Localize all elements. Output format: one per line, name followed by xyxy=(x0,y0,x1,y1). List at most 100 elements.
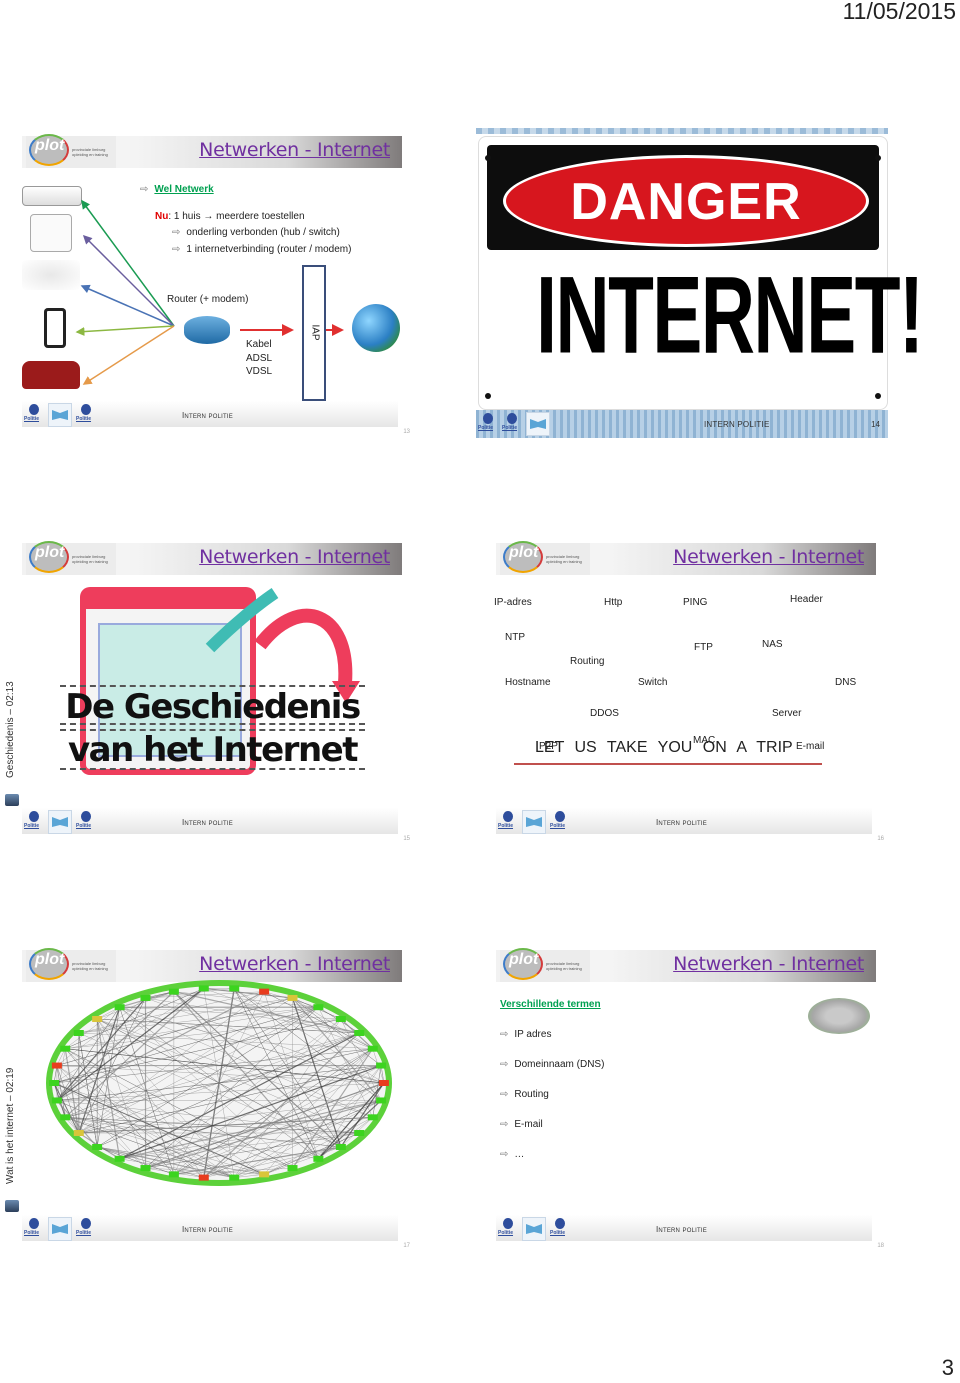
footer-label: Intern politie xyxy=(656,818,707,827)
slide-number: 16 xyxy=(877,836,884,842)
footer-label: Intern politie xyxy=(656,1225,707,1234)
graph-node xyxy=(376,1062,387,1069)
graph-node xyxy=(92,1015,103,1022)
graph-node xyxy=(354,1029,365,1036)
graph-node xyxy=(51,1097,62,1104)
slide-footer: Politie Politie Intern politie 16 xyxy=(496,808,884,842)
graph-node xyxy=(140,994,151,1001)
term-ddos: DDOS xyxy=(590,708,619,719)
slide-number: 15 xyxy=(403,836,410,842)
politie-logo-icon: Politie xyxy=(498,810,518,832)
list-item: ⇨ IP adres xyxy=(500,1029,552,1040)
image-title-line-1: De Geschiedenis xyxy=(65,687,361,727)
plot-logo: plot provinciale limburg opleiding en tr… xyxy=(500,948,590,982)
tagline-underline xyxy=(514,763,822,765)
slide-header: plot provinciale limburg opleiding en tr… xyxy=(22,541,402,575)
slide-header: plot provinciale limburg opleiding en tr… xyxy=(496,948,876,982)
bullet-item: onderling verbonden (hub / switch) xyxy=(186,227,340,238)
term-http: Http xyxy=(604,597,623,608)
book-logo-icon xyxy=(48,1217,72,1241)
network-graph-thumbnail xyxy=(808,998,870,1034)
term-dns: DNS xyxy=(835,677,857,688)
plot-logo: plot provinciale limburg opleiding en tr… xyxy=(500,541,590,575)
slide-top-band xyxy=(476,128,888,134)
graph-node xyxy=(354,1130,365,1137)
book-logo-icon xyxy=(526,412,550,436)
politie-logo-icon: Politie xyxy=(24,810,44,832)
term-ip-adres: IP-adres xyxy=(494,597,532,608)
term-server: Server xyxy=(772,708,802,719)
graph-node xyxy=(259,988,270,995)
graph-node xyxy=(259,1171,270,1178)
section-heading: Verschillende termen xyxy=(500,999,601,1010)
image-title-line-2: van het Internet xyxy=(68,730,358,770)
politie-logo-icon: Politie xyxy=(76,1217,96,1239)
bullet-item: 1 internetverbinding (router / modem) xyxy=(186,244,352,255)
graph-node xyxy=(378,1080,389,1086)
slide-number: 13 xyxy=(403,429,410,435)
graph-node xyxy=(198,985,209,992)
term-e-mail: E-mail xyxy=(796,741,825,752)
slide-title: Netwerken - Internet xyxy=(199,953,390,975)
politie-logo-icon: Politie xyxy=(76,810,96,832)
graph-node xyxy=(92,1144,103,1151)
page-date: 11/05/2015 xyxy=(842,0,956,24)
graph-node xyxy=(168,1171,179,1178)
politie-logo-icon: Politie xyxy=(502,412,522,434)
bullet-arrow-icon: ⇨ xyxy=(500,1059,509,1070)
term-hostname: Hostname xyxy=(505,677,551,688)
term-switch: Switch xyxy=(638,677,668,688)
graph-node xyxy=(229,1174,240,1181)
video-caption: Wat is het internet – 02:19 xyxy=(5,1067,16,1184)
graph-node xyxy=(367,1114,378,1121)
politie-logo-icon: Politie xyxy=(498,1217,518,1239)
term-routing: Routing xyxy=(570,656,605,667)
footer-label: Intern politie xyxy=(182,411,233,420)
footer-label: Intern politie xyxy=(182,818,233,827)
term-ntp: NTP xyxy=(505,632,525,643)
politie-logo-icon: Politie xyxy=(24,403,44,425)
slide-17: plot provinciale limburg opleiding en tr… xyxy=(22,948,410,1249)
video-clip-icon[interactable] xyxy=(5,794,19,806)
list-item: ⇨ Routing xyxy=(500,1089,549,1100)
politie-logo-icon: Politie xyxy=(478,412,498,434)
globe-icon xyxy=(352,304,400,352)
graph-node xyxy=(229,985,240,992)
term-nas: NAS xyxy=(762,639,783,650)
term-ping: PING xyxy=(683,597,708,608)
device-link-arrow xyxy=(82,234,175,327)
graph-node xyxy=(313,1004,324,1011)
router-icon xyxy=(184,316,230,344)
danger-sign-image: DANGER INTERNET! xyxy=(478,136,924,410)
graph-node xyxy=(198,1174,209,1181)
history-image: De Geschiedenis van het Internet xyxy=(60,573,365,803)
politie-logo-icon: Politie xyxy=(550,810,570,832)
graph-node xyxy=(73,1130,84,1137)
slide-footer: Politie Politie INTERN POLITIE 14 xyxy=(476,410,888,438)
slide-13: plot provinciale limburg opleiding en tr… xyxy=(22,134,410,435)
graph-node xyxy=(140,1165,151,1172)
slide-18: plot provinciale limburg opleiding en tr… xyxy=(496,948,884,1249)
slide-title: Netwerken - Internet xyxy=(199,546,390,568)
router-label: Router (+ modem) xyxy=(167,294,249,305)
slide-header: plot provinciale limburg opleiding en tr… xyxy=(496,541,876,575)
device-link-arrow xyxy=(75,325,175,337)
politie-logo-icon: Politie xyxy=(24,1217,44,1239)
screw-icon xyxy=(485,155,491,161)
slide-number: 17 xyxy=(403,1243,410,1249)
sign-main-text: INTERNET! xyxy=(536,255,924,377)
page-number: 3 xyxy=(941,1355,954,1380)
graph-node xyxy=(335,1015,346,1022)
graph-node xyxy=(73,1029,84,1036)
graph-node xyxy=(51,1062,62,1069)
connection-arrows xyxy=(75,199,344,385)
footer-label: Intern politie xyxy=(182,1225,233,1234)
trip-tagline: LET US TAKE YOU ON A TRIP xyxy=(535,739,793,756)
network-graph-image xyxy=(46,980,392,1186)
video-clip-icon[interactable] xyxy=(5,1200,19,1212)
screw-icon xyxy=(875,393,881,399)
slide-number: 18 xyxy=(877,1243,884,1249)
device-link-arrow xyxy=(82,325,175,385)
slide-16: plot provinciale limburg opleiding en tr… xyxy=(494,541,884,842)
term-header: Header xyxy=(790,594,823,605)
